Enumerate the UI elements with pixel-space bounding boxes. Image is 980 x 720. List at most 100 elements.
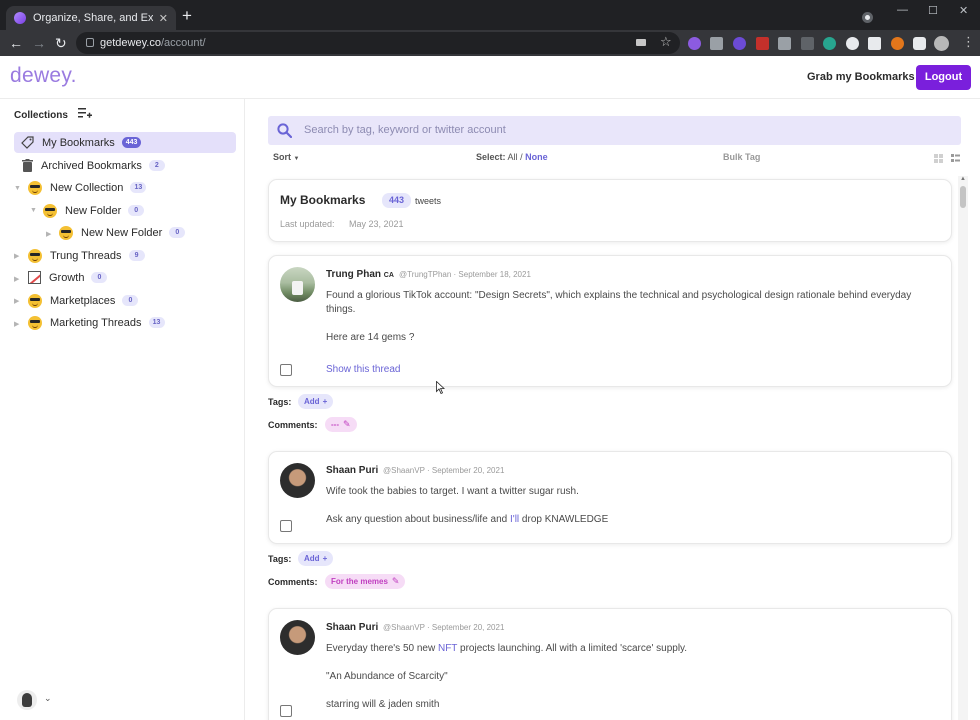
count-badge: 443 <box>121 137 142 148</box>
dewey-logo[interactable]: dewey. <box>10 64 77 88</box>
pencil-icon[interactable]: ✎ <box>392 574 400 589</box>
url-text: getdewey.co/account/ <box>100 37 206 49</box>
extension-red-icon[interactable] <box>756 37 769 50</box>
tweet-text-line: Ask any question about business/life and… <box>326 514 609 525</box>
maximize-icon[interactable]: ☐ <box>928 4 938 17</box>
browser-tab-strip: Organize, Share, and Export Twitt ✕ + — … <box>0 0 980 30</box>
tweet-count-badge: 443 <box>382 193 412 208</box>
sidebar-item-marketing-threads[interactable]: Marketing Threads 13 <box>28 312 165 333</box>
collections-sidebar: Collections My Bookmarks 443 Archived Bo… <box>0 99 245 720</box>
browser-tab[interactable]: Organize, Share, and Export Twitt ✕ <box>6 6 176 30</box>
extensions-puzzle-icon[interactable] <box>913 37 926 50</box>
back-icon[interactable]: ← <box>9 34 23 52</box>
new-tab-icon[interactable]: + <box>182 6 192 26</box>
grab-bookmarks-link[interactable]: Grab my Bookmarks <box>807 71 915 83</box>
expanded-caret-icon[interactable]: ▼ <box>14 185 21 192</box>
extension-white-icon[interactable] <box>846 37 859 50</box>
sunglasses-emoji-icon <box>28 180 42 195</box>
sunglasses-emoji-icon <box>28 293 42 308</box>
sidebar-item-growth[interactable]: Growth 0 <box>28 267 108 288</box>
search-bar[interactable]: Search by tag, keyword or twitter accoun… <box>268 116 961 145</box>
sidebar-item-label: New Folder <box>65 204 122 217</box>
pencil-icon[interactable]: ✎ <box>343 417 351 432</box>
extension-flag-icon[interactable] <box>868 37 881 50</box>
author-avatar[interactable] <box>280 463 315 498</box>
sidebar-item-my-bookmarks[interactable]: My Bookmarks 443 <box>14 132 236 153</box>
minimize-icon[interactable]: — <box>897 4 908 16</box>
sidebar-item-trung-threads[interactable]: Trung Threads 9 <box>28 245 145 266</box>
scroll-thumb[interactable] <box>960 186 966 208</box>
sidebar-item-new-collection[interactable]: New Collection 13 <box>28 177 147 198</box>
sidebar-item-label: Marketplaces <box>50 294 116 307</box>
tags-label: Tags: <box>268 554 292 564</box>
collection-title: My Bookmarks <box>280 193 366 207</box>
collapsed-caret-icon[interactable]: ▶ <box>14 297 19 305</box>
select-tweet-checkbox[interactable] <box>280 520 292 532</box>
bookmark-star-icon[interactable]: ☆ <box>660 34 672 50</box>
profile-avatar[interactable] <box>934 36 949 51</box>
tag-icon <box>21 136 34 149</box>
grid-view-icon[interactable] <box>934 154 943 163</box>
extension-dots-icon[interactable] <box>801 37 814 50</box>
author-avatar[interactable] <box>280 267 315 302</box>
forward-icon[interactable]: → <box>32 34 46 52</box>
add-tag-button[interactable]: Add + <box>298 394 334 409</box>
browser-menu-icon[interactable]: ⋮ <box>962 34 975 50</box>
sort-dropdown[interactable]: Sort ▼ <box>273 152 299 162</box>
add-collection-icon[interactable] <box>78 106 92 120</box>
sidebar-item-label: Marketing Threads <box>50 316 142 329</box>
record-icon[interactable] <box>862 12 873 23</box>
main-scrollbar[interactable]: ▲ <box>958 176 968 720</box>
collapsed-caret-icon[interactable]: ▶ <box>46 230 51 238</box>
address-bar[interactable]: getdewey.co/account/ ☆ <box>76 32 680 54</box>
tweet-text-line: things. <box>326 304 356 315</box>
tweet-author[interactable]: Shaan Puri <box>326 465 378 476</box>
sidebar-item-new-folder[interactable]: New Folder 0 <box>43 200 145 221</box>
expanded-caret-icon[interactable]: ▼ <box>30 207 37 214</box>
sidebar-item-marketplaces[interactable]: Marketplaces 0 <box>28 290 139 311</box>
user-avatar[interactable] <box>17 690 37 710</box>
search-input[interactable]: Search by tag, keyword or twitter accoun… <box>304 124 506 136</box>
reload-icon[interactable]: ↻ <box>55 34 67 52</box>
tweet-author[interactable]: Trung Phan CA <box>326 269 394 280</box>
select-all-link[interactable]: All <box>508 152 518 162</box>
author-avatar[interactable] <box>280 620 315 655</box>
tags-label: Tags: <box>268 397 292 407</box>
extension-grey-icon[interactable] <box>778 37 791 50</box>
logout-button[interactable]: Logout <box>916 65 971 90</box>
comment-pill[interactable]: --- ✎ <box>325 417 357 432</box>
extension-gear-icon[interactable] <box>733 37 746 50</box>
select-tweet-checkbox[interactable] <box>280 364 292 376</box>
extension-dewey-icon[interactable] <box>688 37 701 50</box>
tweet-text-line: "An Abundance of Scarcity" <box>326 671 448 682</box>
extension-fox-icon[interactable] <box>891 37 904 50</box>
trash-icon <box>22 159 33 172</box>
extension-camera-icon[interactable] <box>710 37 723 50</box>
sidebar-item-archived-bookmarks[interactable]: Archived Bookmarks 2 <box>21 155 165 176</box>
select-none-link[interactable]: None <box>525 152 548 162</box>
user-menu-caret-icon[interactable]: ⌄ <box>44 693 52 704</box>
collapsed-caret-icon[interactable]: ▶ <box>14 275 19 283</box>
bulk-tag-button[interactable]: Bulk Tag <box>723 152 760 162</box>
country-flag-icon: CA <box>383 272 394 279</box>
show-thread-link[interactable]: Show this thread <box>326 364 401 375</box>
tweet-meta: @ShaanVP · September 20, 2021 <box>383 623 505 632</box>
sidebar-item-label: New New Folder <box>81 226 163 239</box>
collapsed-caret-icon[interactable]: ▶ <box>14 252 19 260</box>
tweet-author[interactable]: Shaan Puri <box>326 622 378 633</box>
close-tab-icon[interactable]: ✕ <box>159 12 168 25</box>
comment-pill[interactable]: For the memes ✎ <box>325 574 406 589</box>
extension-teal-icon[interactable] <box>823 37 836 50</box>
sidebar-item-new-new-folder[interactable]: New New Folder 0 <box>59 222 186 243</box>
scroll-up-icon[interactable]: ▲ <box>960 176 966 182</box>
list-view-icon[interactable] <box>951 154 960 163</box>
tweet-count-unit: tweets <box>415 196 442 206</box>
count-badge: 0 <box>91 272 108 283</box>
collapsed-caret-icon[interactable]: ▶ <box>14 320 19 328</box>
add-tag-button[interactable]: Add + <box>298 551 334 566</box>
window-close-icon[interactable]: ✕ <box>959 4 968 17</box>
camera-blocked-icon[interactable] <box>636 39 646 46</box>
count-badge: 0 <box>128 205 145 216</box>
sidebar-item-label: My Bookmarks <box>42 136 115 149</box>
select-tweet-checkbox[interactable] <box>280 705 292 717</box>
